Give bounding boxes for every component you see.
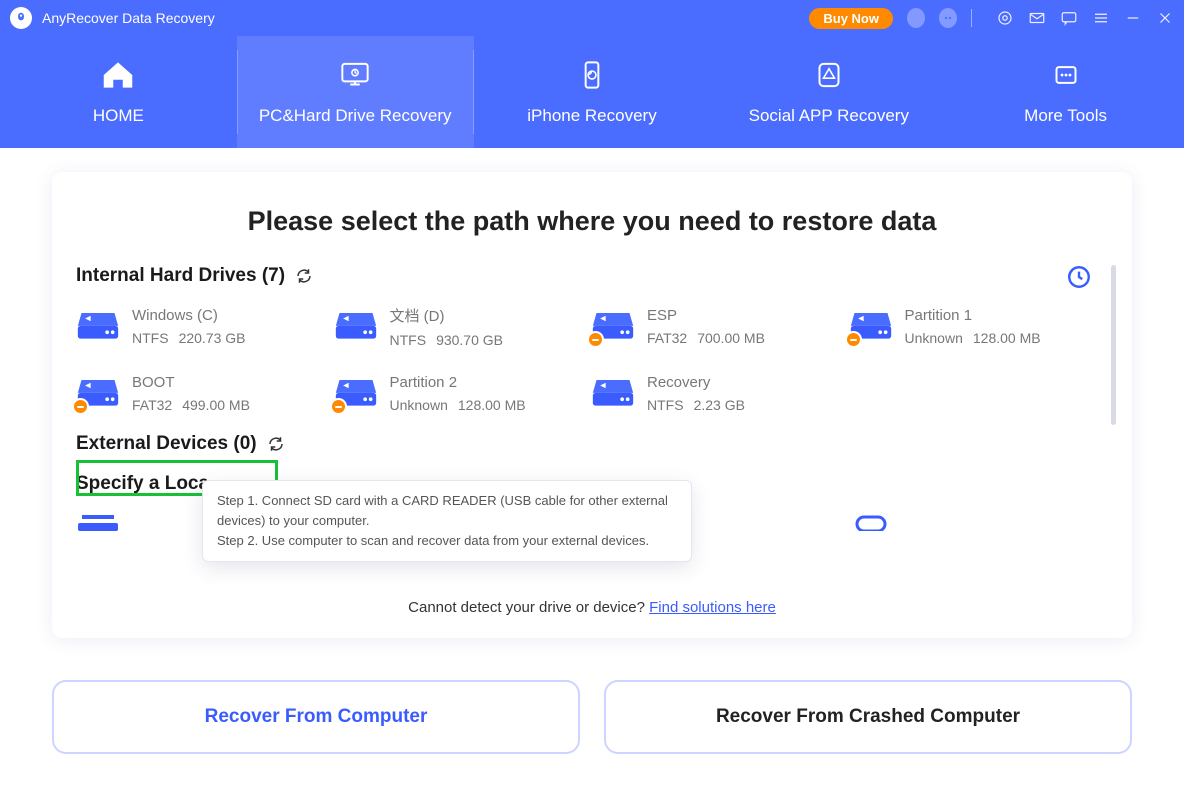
tooltip-step1: Step 1. Connect SD card with a CARD READ… — [217, 491, 677, 531]
minimize-icon[interactable] — [1124, 9, 1142, 27]
tab-label: HOME — [93, 106, 144, 126]
drive-info: NTFS2.23 GB — [647, 397, 745, 413]
scrollbar[interactable] — [1111, 265, 1116, 425]
monitor-icon — [336, 58, 374, 92]
drive-icon — [76, 374, 120, 413]
recover-from-computer-button[interactable]: Recover From Computer — [52, 680, 580, 754]
bottom-actions: Recover From Computer Recover From Crash… — [52, 680, 1132, 754]
tooltip-external-help: Step 1. Connect SD card with a CARD READ… — [202, 480, 692, 562]
drive-info: NTFS220.73 GB — [132, 330, 246, 346]
drive-item[interactable]: 文档 (D) NTFS930.70 GB — [334, 305, 582, 348]
more-icon — [1047, 58, 1085, 92]
drive-info: FAT32499.00 MB — [132, 397, 250, 413]
warning-badge — [72, 398, 89, 415]
tab-iphone-recovery[interactable]: iPhone Recovery — [474, 36, 711, 148]
drive-info: NTFS930.70 GB — [390, 332, 504, 348]
drive-name: Recovery — [647, 374, 745, 391]
menu-icon[interactable] — [1092, 9, 1110, 27]
discord-icon[interactable] — [939, 9, 957, 27]
drive-icon — [334, 374, 378, 413]
drive-item[interactable]: Windows (C) NTFS220.73 GB — [76, 305, 324, 348]
app-logo — [10, 7, 32, 29]
drive-icon — [849, 307, 893, 346]
drive-name: Windows (C) — [132, 307, 246, 324]
tab-home[interactable]: HOME — [0, 36, 237, 148]
drive-item[interactable]: BOOT FAT32499.00 MB — [76, 374, 324, 413]
home-icon — [99, 58, 137, 92]
drive-name: BOOT — [132, 374, 250, 391]
warning-badge — [330, 398, 347, 415]
tab-label: PC&Hard Drive Recovery — [259, 106, 452, 126]
app-title: AnyRecover Data Recovery — [42, 10, 215, 26]
phone-icon — [573, 58, 611, 92]
drive-name: 文档 (D) — [390, 305, 504, 326]
section-internal-drives: Internal Hard Drives (7) Windows (C) NTFS… — [76, 265, 1096, 413]
settings-icon[interactable] — [996, 9, 1014, 27]
separator — [971, 9, 972, 27]
titlebar: AnyRecover Data Recovery Buy Now — [0, 0, 1184, 36]
tab-label: Social APP Recovery — [749, 106, 909, 126]
warning-badge — [845, 331, 862, 348]
section-title: Internal Hard Drives (7) — [76, 265, 285, 287]
drive-icon — [591, 374, 635, 413]
tab-label: iPhone Recovery — [527, 106, 656, 126]
warning-badge — [587, 331, 604, 348]
find-solutions-link[interactable]: Find solutions here — [649, 599, 776, 616]
drive-info: Unknown128.00 MB — [390, 397, 526, 413]
refresh-icon[interactable] — [267, 435, 285, 453]
tab-label: More Tools — [1024, 106, 1107, 126]
refresh-icon[interactable] — [295, 267, 313, 285]
feedback-icon[interactable] — [1060, 9, 1078, 27]
drive-name: Partition 2 — [390, 374, 526, 391]
drive-icon — [591, 307, 635, 346]
drive-icon — [334, 307, 378, 346]
drive-name: Partition 1 — [905, 307, 1041, 324]
footer-note: Cannot detect your drive or device? Find… — [52, 599, 1132, 616]
tab-more-tools[interactable]: More Tools — [947, 36, 1184, 148]
tab-pc-recovery[interactable]: PC&Hard Drive Recovery — [237, 36, 474, 148]
drive-name: ESP — [647, 307, 765, 324]
drive-item[interactable]: ESP FAT32700.00 MB — [591, 305, 839, 348]
drive-info: Unknown128.00 MB — [905, 330, 1041, 346]
main-card: Please select the path where you need to… — [52, 172, 1132, 638]
tab-social-recovery[interactable]: Social APP Recovery — [710, 36, 947, 148]
app-icon — [810, 58, 848, 92]
mail-icon[interactable] — [1028, 9, 1046, 27]
drive-item[interactable]: Recovery NTFS2.23 GB — [591, 374, 839, 413]
section-title: External Devices (0) — [76, 433, 257, 455]
recover-from-crashed-button[interactable]: Recover From Crashed Computer — [604, 680, 1132, 754]
close-icon[interactable] — [1156, 9, 1174, 27]
main-nav: HOME PC&Hard Drive Recovery iPhone Recov… — [0, 36, 1184, 148]
page-title: Please select the path where you need to… — [52, 206, 1132, 237]
section-external-devices: External Devices (0) — [76, 433, 1096, 455]
tooltip-step2: Step 2. Use computer to scan and recover… — [217, 531, 677, 551]
buy-now-button[interactable]: Buy Now — [809, 8, 893, 29]
drive-item[interactable]: Partition 1 Unknown128.00 MB — [849, 305, 1097, 348]
drive-info: FAT32700.00 MB — [647, 330, 765, 346]
drive-item[interactable]: Partition 2 Unknown128.00 MB — [334, 374, 582, 413]
drive-icon — [76, 307, 120, 346]
avatar-icon[interactable] — [907, 9, 925, 27]
location-item[interactable] — [849, 513, 1097, 531]
